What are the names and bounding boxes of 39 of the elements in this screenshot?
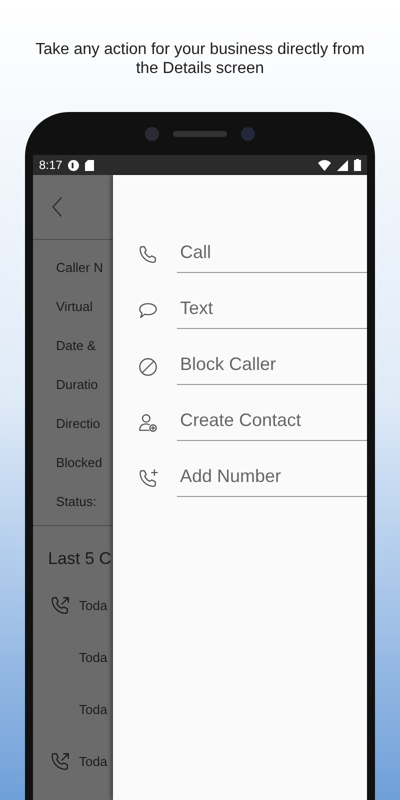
action-item[interactable]: Add Number: [113, 451, 367, 507]
action-label: Text: [177, 289, 367, 329]
add-contact-icon: [137, 412, 159, 434]
status-time: 8:17: [39, 157, 62, 174]
detail-label: Duratio: [55, 376, 99, 394]
headline: Take any action for your business directly from the Details screen: [34, 40, 366, 78]
call-date: Toda: [79, 596, 108, 615]
camera-lens-icon: [241, 126, 255, 140]
detail-label: Directio: [55, 415, 102, 433]
wifi-icon: [318, 160, 331, 170]
detail-label: Virtual: [55, 298, 94, 316]
block-icon: [137, 356, 159, 378]
phone-plus-icon: [137, 468, 159, 490]
action-label: Add Number: [177, 457, 367, 497]
action-label: Call: [177, 233, 367, 273]
detail-label: Date &: [55, 337, 97, 355]
detail-label: Caller N: [55, 259, 104, 277]
action-label: Create Contact: [177, 401, 367, 441]
action-item[interactable]: Block Caller: [113, 339, 367, 395]
outgoing-call-icon: [49, 594, 71, 616]
notification-icon: [68, 160, 80, 170]
sd-card-icon: [85, 160, 94, 170]
battery-icon: [354, 159, 361, 171]
outgoing-call-icon: [49, 750, 71, 772]
call-date: Toda: [79, 700, 108, 719]
call-date: Toda: [79, 752, 108, 771]
action-item[interactable]: Text: [113, 283, 367, 339]
section-title: Last 5 C: [47, 548, 112, 570]
action-item[interactable]: Call: [113, 227, 367, 283]
call-date: Toda: [79, 648, 108, 667]
detail-label: Status:: [55, 493, 98, 511]
signal-icon: [337, 160, 348, 170]
camera-lens-icon: [145, 126, 159, 140]
action-label: Block Caller: [177, 345, 367, 385]
speaker-grille: [173, 130, 227, 136]
action-item[interactable]: Create Contact: [113, 395, 367, 451]
detail-label: Blocked: [55, 454, 104, 472]
back-icon[interactable]: [51, 197, 63, 217]
phone-icon: [137, 244, 159, 266]
